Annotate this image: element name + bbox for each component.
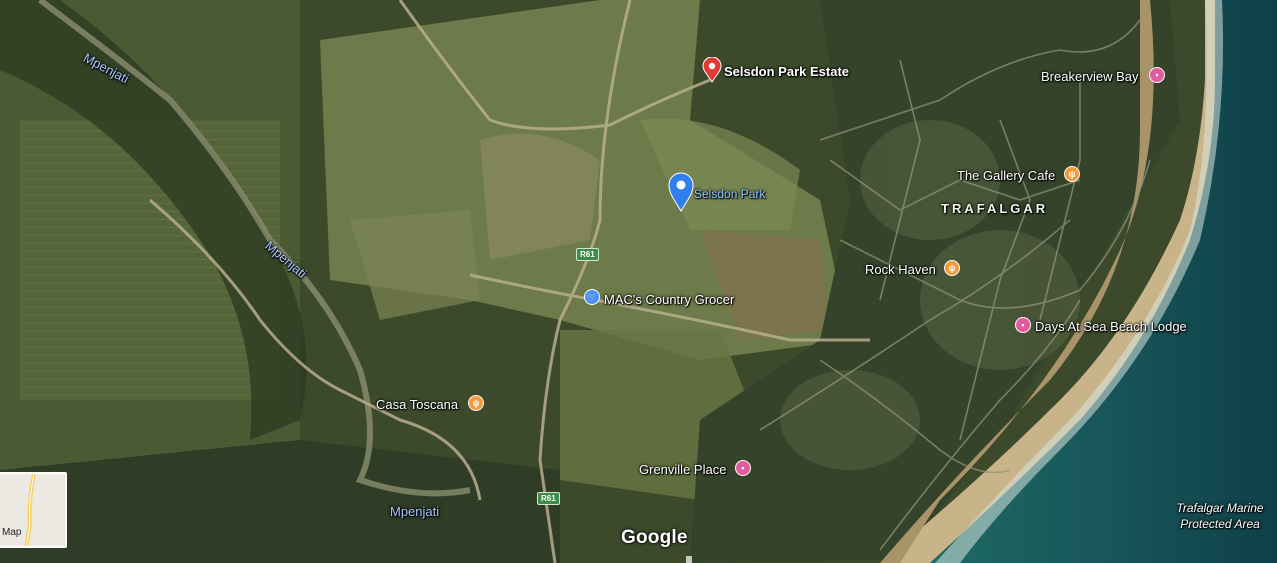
- label-marine-protected-area: Trafalgar Marine Protected Area: [1176, 501, 1264, 531]
- blue-location-pin-icon[interactable]: [668, 172, 694, 212]
- hotel-icon[interactable]: ▪: [735, 460, 751, 476]
- route-shield-r61: R61: [537, 492, 560, 505]
- minimap-label: Map: [2, 527, 22, 538]
- label-gallery-cafe[interactable]: The Gallery Cafe: [957, 168, 1055, 183]
- label-mpenjati-river: Mpenjati: [390, 504, 440, 519]
- google-logo: Google: [621, 527, 688, 548]
- route-shield-r61: R61: [576, 248, 599, 261]
- map-attribution-strip: [686, 556, 692, 563]
- satellite-imagery: [0, 0, 1277, 563]
- restaurant-icon[interactable]: ψ: [468, 395, 484, 411]
- map-viewport[interactable]: Selsdon Park Estate Selsdon Park Breaker…: [0, 0, 1277, 563]
- restaurant-icon[interactable]: ψ: [1064, 166, 1080, 182]
- label-grenville-place[interactable]: Grenville Place: [639, 462, 726, 477]
- map-type-toggle[interactable]: Map: [0, 472, 67, 548]
- red-location-pin-icon[interactable]: [702, 57, 722, 83]
- shopping-cart-icon[interactable]: 🛒: [584, 289, 600, 305]
- hotel-icon[interactable]: ▪: [1149, 67, 1165, 83]
- label-days-at-sea-beach-lodge[interactable]: Days At Sea Beach Lodge: [1035, 319, 1187, 334]
- label-selsdon-park-estate[interactable]: Selsdon Park Estate: [724, 64, 849, 79]
- label-casa-toscana[interactable]: Casa Toscana: [376, 397, 458, 412]
- label-trafalgar-area: TRAFALGAR: [941, 201, 1049, 216]
- restaurant-icon[interactable]: ψ: [944, 260, 960, 276]
- label-macs-country-grocer[interactable]: MAC's Country Grocer: [604, 292, 734, 307]
- label-breakerview-bay[interactable]: Breakerview Bay: [1041, 69, 1139, 84]
- hotel-icon[interactable]: ▪: [1015, 317, 1031, 333]
- label-selsdon-park[interactable]: Selsdon Park: [694, 187, 765, 201]
- label-rock-haven[interactable]: Rock Haven: [865, 262, 936, 277]
